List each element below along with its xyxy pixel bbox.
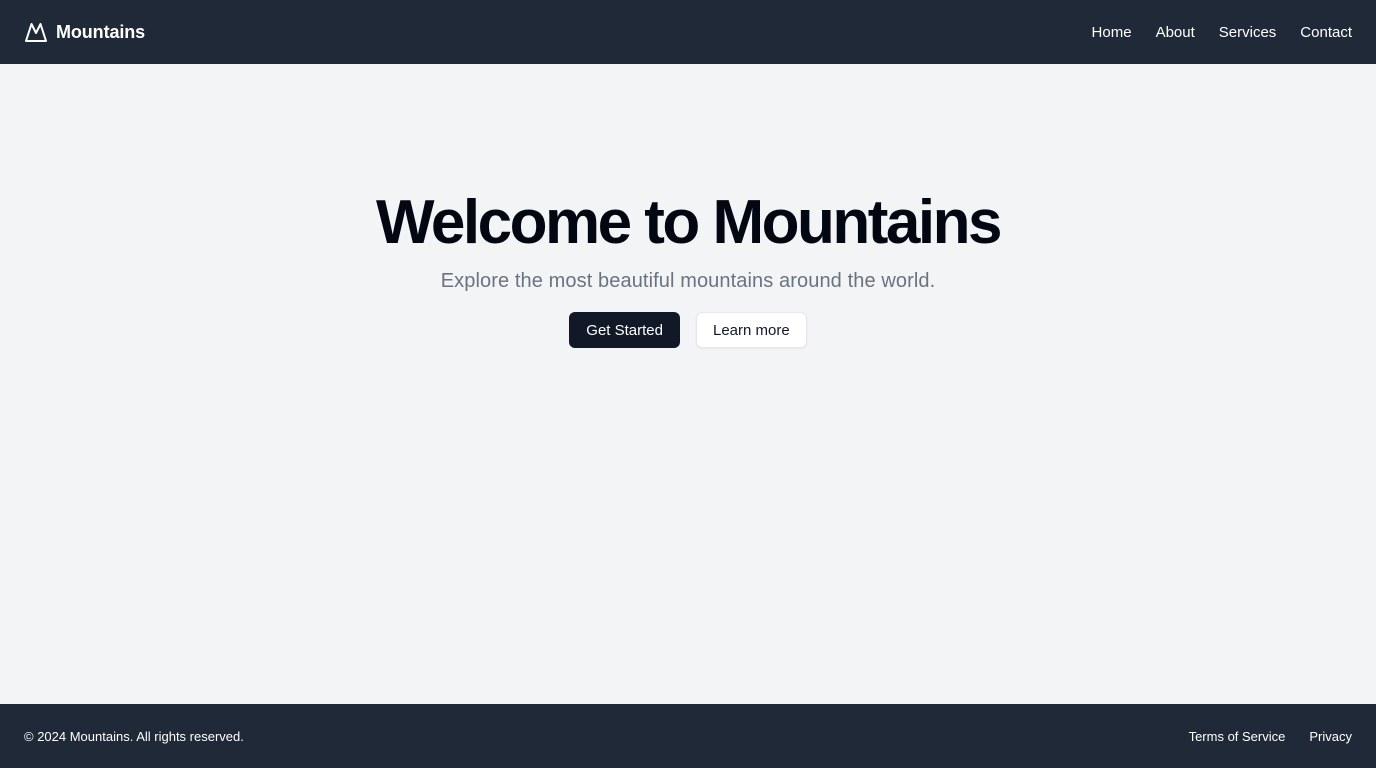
get-started-button[interactable]: Get Started [569, 312, 680, 348]
site-footer: © 2024 Mountains. All rights reserved. T… [0, 704, 1376, 768]
hero-actions: Get Started Learn more [569, 312, 807, 348]
hero-section: Welcome to Mountains Explore the most be… [0, 64, 1376, 704]
nav-link-contact[interactable]: Contact [1300, 24, 1352, 41]
learn-more-button[interactable]: Learn more [696, 312, 807, 348]
brand-name: Mountains [56, 21, 146, 42]
footer-nav: Terms of Service Privacy [1189, 729, 1352, 744]
site-header: Mountains Home About Services Contact [0, 0, 1376, 64]
footer-link-terms[interactable]: Terms of Service [1189, 729, 1286, 744]
footer-link-privacy[interactable]: Privacy [1309, 729, 1352, 744]
nav-link-about[interactable]: About [1156, 24, 1195, 41]
nav-link-home[interactable]: Home [1092, 24, 1132, 41]
main-nav: Home About Services Contact [1092, 24, 1352, 41]
hero-title: Welcome to Mountains [375, 188, 1003, 257]
hero-subtitle: Explore the most beautiful mountains aro… [440, 270, 936, 292]
mountain-icon [24, 20, 48, 44]
copyright-text: © 2024 Mountains. All rights reserved. [24, 728, 244, 744]
page: Mountains Home About Services Contact We… [0, 0, 1376, 768]
nav-link-services[interactable]: Services [1219, 24, 1277, 41]
brand-link[interactable]: Mountains [24, 20, 145, 44]
